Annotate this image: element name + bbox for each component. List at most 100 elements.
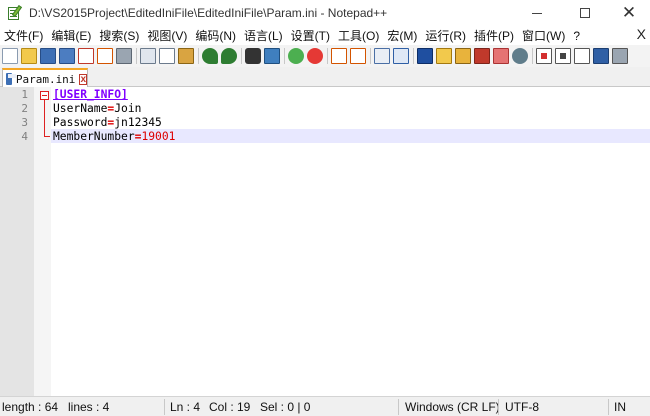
line-number: 3 <box>21 116 28 129</box>
ini-key: MemberNumber <box>53 130 135 143</box>
menu-plugins[interactable]: 插件(P) <box>470 27 518 44</box>
menu-edit[interactable]: 编辑(E) <box>47 27 95 44</box>
code-line[interactable]: MemberNumber=19001 <box>53 130 175 143</box>
fold-line <box>44 100 45 136</box>
menu-bar: 文件(F) 编辑(E) 搜索(S) 视图(V) 编码(N) 语言(L) 设置(T… <box>0 26 650 45</box>
ini-key: UserName <box>53 102 108 115</box>
line-number: 1 <box>21 88 28 101</box>
status-eol[interactable]: Windows (CR LF) <box>405 400 500 414</box>
fold-margin <box>34 87 51 396</box>
close-document-button[interactable]: X <box>637 26 646 42</box>
minimize-icon <box>532 12 542 14</box>
notepad-plus-plus-icon <box>7 4 23 21</box>
cut-icon[interactable] <box>140 48 156 64</box>
menu-help[interactable]: ? <box>569 29 584 43</box>
saved-file-icon <box>6 73 16 85</box>
status-divider <box>164 399 165 415</box>
minimize-button[interactable] <box>514 0 560 26</box>
function-list-icon[interactable] <box>474 48 490 64</box>
open-file-icon[interactable] <box>21 48 37 64</box>
menu-search[interactable]: 搜索(S) <box>95 27 143 44</box>
menu-language[interactable]: 语言(L) <box>240 27 287 44</box>
zoom-in-icon[interactable] <box>288 48 304 64</box>
ini-value: Join <box>114 102 142 115</box>
tab-param-ini[interactable]: Param.ini x <box>2 68 88 88</box>
sync-vertical-icon[interactable] <box>331 48 347 64</box>
close-icon[interactable] <box>78 48 94 64</box>
status-bar: length : 64 lines : 4 Ln : 4 Col : 19 Se… <box>0 396 650 416</box>
status-insert-mode[interactable]: IN <box>614 400 626 414</box>
menu-settings[interactable]: 设置(T) <box>287 27 334 44</box>
toolbar-separator <box>370 48 371 64</box>
folder-workspace-icon[interactable] <box>493 48 509 64</box>
status-encoding[interactable]: UTF-8 <box>505 400 539 414</box>
toolbar-separator <box>241 48 242 64</box>
code-line[interactable]: Password=jn12345 <box>53 116 162 129</box>
stop-macro-icon[interactable] <box>555 48 571 64</box>
print-icon[interactable] <box>116 48 132 64</box>
menu-file[interactable]: 文件(F) <box>0 27 47 44</box>
word-wrap-icon[interactable] <box>374 48 390 64</box>
line-number: 2 <box>21 102 28 115</box>
status-line-number: Ln : 4 <box>170 400 201 414</box>
save-icon[interactable] <box>40 48 56 64</box>
close-window-button[interactable]: ✕ <box>606 0 650 26</box>
fold-collapse-icon[interactable] <box>40 91 49 100</box>
maximize-button[interactable] <box>562 0 608 26</box>
maximize-icon <box>580 8 590 18</box>
window-title: D:\VS2015Project\EditedIniFile\EditedIni… <box>29 6 388 20</box>
run-macro-multiple-icon[interactable] <box>593 48 609 64</box>
status-divider <box>498 399 499 415</box>
menu-tools[interactable]: 工具(O) <box>334 27 383 44</box>
ini-key: Password <box>53 116 108 129</box>
udl-icon[interactable] <box>436 48 452 64</box>
new-file-icon[interactable] <box>2 48 18 64</box>
ini-value: jn12345 <box>114 116 162 129</box>
monitoring-icon[interactable] <box>512 48 528 64</box>
toolbar-separator <box>198 48 199 64</box>
status-length: length : 64 <box>2 400 59 414</box>
toolbar-separator <box>284 48 285 64</box>
editor-area[interactable]: 1 2 3 4 [USER_INFO] UserName=Join Passwo… <box>0 87 650 396</box>
show-all-chars-icon[interactable] <box>393 48 409 64</box>
sync-horizontal-icon[interactable] <box>350 48 366 64</box>
redo-icon[interactable] <box>221 48 237 64</box>
doc-map-icon[interactable] <box>455 48 471 64</box>
tab-close-icon[interactable]: x <box>79 73 87 85</box>
menu-view[interactable]: 视图(V) <box>143 27 191 44</box>
find-icon[interactable] <box>245 48 261 64</box>
title-bar: D:\VS2015Project\EditedIniFile\EditedIni… <box>0 0 650 26</box>
indent-guide-icon[interactable] <box>417 48 433 64</box>
tab-bar: Param.ini x <box>0 67 650 88</box>
line-number: 4 <box>21 130 28 143</box>
status-lines: lines : 4 <box>68 400 110 414</box>
toolbar-separator <box>136 48 137 64</box>
menu-run[interactable]: 运行(R) <box>421 27 470 44</box>
replace-icon[interactable] <box>264 48 280 64</box>
ini-section: [USER_INFO] <box>53 88 128 101</box>
status-selection: Sel : 0 | 0 <box>260 400 311 414</box>
record-macro-icon[interactable] <box>536 48 552 64</box>
status-column: Col : 19 <box>209 400 251 414</box>
play-macro-icon[interactable] <box>574 48 590 64</box>
menu-macro[interactable]: 宏(M) <box>383 27 421 44</box>
ini-value: 19001 <box>141 130 176 143</box>
zoom-out-icon[interactable] <box>307 48 323 64</box>
close-all-icon[interactable] <box>97 48 113 64</box>
code-line[interactable]: [USER_INFO] <box>53 88 128 101</box>
tab-label: Param.ini <box>15 72 76 86</box>
paste-icon[interactable] <box>178 48 194 64</box>
undo-icon[interactable] <box>202 48 218 64</box>
copy-icon[interactable] <box>159 48 175 64</box>
status-divider <box>608 399 609 415</box>
status-divider <box>398 399 399 415</box>
save-macro-icon[interactable] <box>612 48 628 64</box>
toolbar-separator <box>327 48 328 64</box>
menu-window[interactable]: 窗口(W) <box>518 27 569 44</box>
code-line[interactable]: UserName=Join <box>53 102 141 115</box>
save-all-icon[interactable] <box>59 48 75 64</box>
fold-end-marker <box>44 136 50 137</box>
toolbar-separator <box>532 48 533 64</box>
toolbar <box>0 45 650 67</box>
menu-encoding[interactable]: 编码(N) <box>191 27 240 44</box>
